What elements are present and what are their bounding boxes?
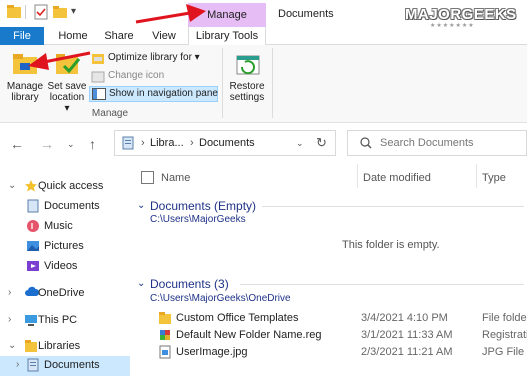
annotation-arrows — [28, 4, 206, 70]
annotation-arrow-to-manage-tab — [135, 4, 206, 24]
annotation-arrow-to-manage-library — [28, 51, 91, 70]
